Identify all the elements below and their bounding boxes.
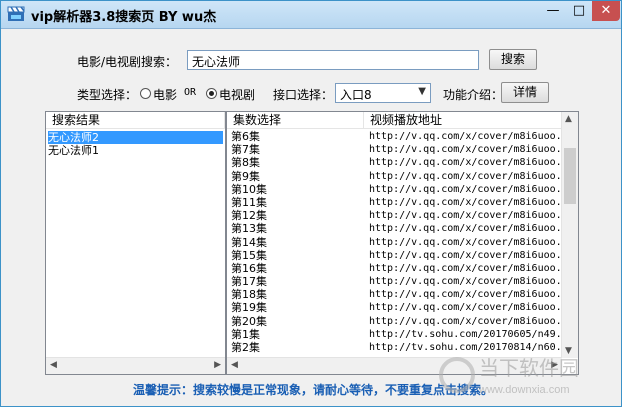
episode-label: 第13集 [231,222,267,236]
scroll-left-icon[interactable]: ◀ [50,360,57,370]
episode-label: 第18集 [231,288,267,302]
episode-label: 第17集 [231,275,267,289]
episode-row[interactable]: 第15集 http://v.qq.com/x/cover/m8i6uoo. [231,249,561,262]
maximize-button[interactable]: □ [566,1,592,21]
episode-row[interactable]: 第19集 http://v.qq.com/x/cover/m8i6uoo. [231,301,561,314]
interface-select-value: 入口8 [340,88,372,102]
episode-url: http://v.qq.com/x/cover/m8i6uoo. [369,276,561,288]
minimize-button[interactable]: — [540,1,566,21]
interface-select[interactable]: 入口8 ▼ [335,83,431,103]
url-column-header[interactable]: 视频播放地址 [364,112,563,129]
episode-url: http://v.qq.com/x/cover/m8i6uoo. [369,315,561,327]
search-button[interactable]: 搜索 [489,49,537,70]
episode-row[interactable]: 第6集 http://v.qq.com/x/cover/m8i6uoo. [231,130,561,143]
results-header[interactable]: 搜索结果 [46,112,225,129]
svg-text:www.downxia.com: www.downxia.com [478,384,569,396]
chevron-down-icon: ▼ [418,86,426,97]
episode-label: 第14集 [231,235,267,249]
episode-label: 第9集 [231,169,260,183]
episode-url: http://v.qq.com/x/cover/m8i6uoo. [369,131,561,142]
result-item[interactable]: 无心法师1 [48,144,223,157]
episode-row[interactable]: 第13集 http://v.qq.com/x/cover/m8i6uoo. [231,222,561,235]
episode-url: http://v.qq.com/x/cover/m8i6uoo. [369,236,561,248]
episode-row[interactable]: 第18集 http://v.qq.com/x/cover/m8i6uoo. [231,288,561,301]
episode-url: http://v.qq.com/x/cover/m8i6uoo. [369,183,561,195]
episode-row[interactable]: 第1集 http://tv.sohu.com/20170605/n49. [231,328,561,341]
episodes-list[interactable]: 集数选择 视频播放地址 第6集 http://v.qq.com/x/cover/m… [226,111,579,375]
episode-url: http://v.qq.com/x/cover/m8i6uoo. [369,157,561,169]
scroll-right-icon[interactable]: ▶ [214,360,221,370]
details-button[interactable]: 详情 [501,82,549,103]
results-list[interactable]: 搜索结果 无心法师2 无心法师1 ◀ ▶ [45,111,226,375]
episode-label: 第2集 [231,341,260,354]
close-button[interactable]: ✕ [592,1,620,21]
episode-column-header[interactable]: 集数选择 [227,112,364,129]
episode-row[interactable]: 第8集 http://v.qq.com/x/cover/m8i6uoo. [231,156,561,169]
episode-label: 第10集 [231,182,267,196]
episode-row[interactable]: 第7集 http://v.qq.com/x/cover/m8i6uoo. [231,143,561,156]
radio-tv[interactable] [206,88,217,99]
episode-label: 第16集 [231,261,267,275]
episode-label: 第6集 [231,130,260,143]
clapperboard-icon [7,6,25,21]
episode-row[interactable]: 第16集 http://v.qq.com/x/cover/m8i6uoo. [231,262,561,275]
episodes-vscrollbar[interactable]: ▲ ▼ [561,112,578,358]
radio-movie[interactable] [140,88,151,99]
search-input[interactable]: 无心法师 [187,50,479,70]
episode-label: 第1集 [231,327,260,341]
scroll-up-icon[interactable]: ▲ [565,114,572,124]
results-hscrollbar[interactable]: ◀ ▶ [46,357,225,374]
episode-url: http://v.qq.com/x/cover/m8i6uoo. [369,289,561,301]
episode-label: 第8集 [231,156,260,170]
episode-url: http://v.qq.com/x/cover/m8i6uoo. [369,262,561,274]
episode-url: http://v.qq.com/x/cover/m8i6uoo. [369,196,561,208]
episode-url: http://v.qq.com/x/cover/m8i6uoo. [369,302,561,314]
episode-label: 第15集 [231,248,267,262]
app-window: vip解析器3.8搜索页 BY wu杰 — □ ✕ 电影/电视剧搜索： 无心法师… [0,0,622,407]
scroll-thumb[interactable] [564,148,576,204]
svg-text:当下软件园: 当下软件园 [479,357,579,380]
episode-row[interactable]: 第12集 http://v.qq.com/x/cover/m8i6uoo. [231,209,561,222]
episode-label: 第7集 [231,143,260,157]
window-title: vip解析器3.8搜索页 BY wu杰 [31,10,217,25]
episode-url: http://v.qq.com/x/cover/m8i6uoo. [369,223,561,235]
episode-row[interactable]: 第14集 http://v.qq.com/x/cover/m8i6uoo. [231,236,561,249]
episode-label: 第11集 [231,195,267,209]
episode-url: http://tv.sohu.com/20170605/n49. [369,328,561,340]
radio-movie-label: 电影 [153,88,178,102]
episode-label: 第12集 [231,209,267,223]
feature-label: 功能介绍： [443,88,504,102]
watermark-logo: 当下软件园 www.downxia.com [439,357,579,396]
episode-row[interactable]: 第20集 http://v.qq.com/x/cover/m8i6uoo. [231,315,561,328]
episode-url: http://v.qq.com/x/cover/m8i6uoo. [369,210,561,222]
episode-url: http://v.qq.com/x/cover/m8i6uoo. [369,170,561,182]
search-label: 电影/电视剧搜索： [77,55,178,69]
scroll-left-icon[interactable]: ◀ [231,360,238,370]
episode-label: 第19集 [231,301,267,315]
radio-tv-label: 电视剧 [219,88,256,102]
title-bar[interactable]: vip解析器3.8搜索页 BY wu杰 — □ ✕ [1,1,621,29]
episode-row[interactable]: 第9集 http://v.qq.com/x/cover/m8i6uoo. [231,170,561,183]
episode-url: http://v.qq.com/x/cover/m8i6uoo. [369,249,561,261]
or-label: OR [184,87,197,98]
type-select-label: 类型选择： [77,88,138,102]
episode-label: 第20集 [231,314,267,328]
episode-url: http://v.qq.com/x/cover/m8i6uoo. [369,144,561,156]
interface-label: 接口选择： [273,88,334,102]
episode-row[interactable]: 第11集 http://v.qq.com/x/cover/m8i6uoo. [231,196,561,209]
result-item[interactable]: 无心法师2 [48,131,223,145]
episode-row[interactable]: 第10集 http://v.qq.com/x/cover/m8i6uoo. [231,183,561,196]
episode-row[interactable]: 第17集 http://v.qq.com/x/cover/m8i6uoo. [231,275,561,288]
